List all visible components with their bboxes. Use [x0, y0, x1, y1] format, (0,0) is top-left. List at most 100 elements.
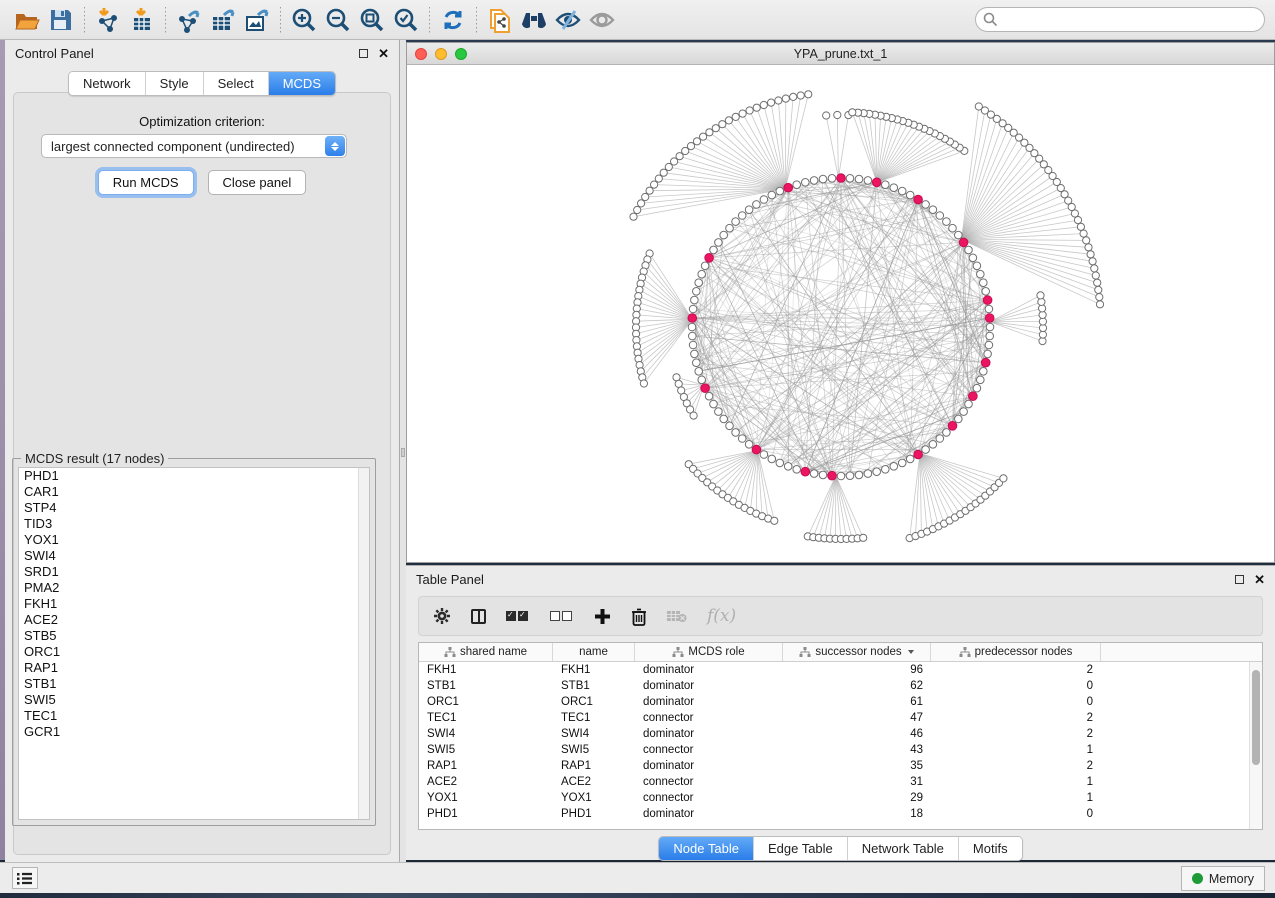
graph-node[interactable] [720, 231, 728, 239]
table-row[interactable]: FKH1FKH1dominator962 [419, 662, 1249, 678]
graph-node[interactable] [936, 435, 944, 443]
graph-node[interactable] [782, 95, 789, 102]
export-table-button[interactable] [206, 4, 240, 36]
graph-node[interactable] [1074, 217, 1081, 224]
table-cell[interactable]: FKH1 [419, 664, 553, 676]
graph-node[interactable] [969, 254, 977, 262]
graph-node[interactable] [688, 323, 696, 331]
graph-node[interactable] [776, 187, 784, 195]
graph-node[interactable] [715, 239, 723, 247]
graph-node[interactable] [693, 138, 700, 145]
table-cell[interactable]: 1 [931, 776, 1101, 788]
table-cell[interactable]: dominator [635, 728, 783, 740]
graph-node[interactable] [712, 125, 719, 132]
table-cell[interactable]: ORC1 [553, 696, 635, 708]
graph-node[interactable] [738, 212, 746, 220]
graph-node[interactable] [640, 380, 647, 387]
graph-node[interactable] [1094, 279, 1101, 286]
graph-node[interactable] [797, 92, 804, 99]
graph-node[interactable] [776, 459, 784, 467]
column-header-MCDS-role[interactable]: MCDS role [635, 643, 783, 661]
graph-node[interactable] [760, 451, 768, 459]
graph-node[interactable] [965, 246, 973, 254]
table-cell[interactable]: SWI4 [419, 728, 553, 740]
graph-node[interactable] [646, 187, 653, 194]
table-cell[interactable]: TEC1 [419, 712, 553, 724]
graph-node[interactable] [720, 415, 728, 423]
table-scrollbar[interactable] [1249, 662, 1262, 829]
graph-hub-node[interactable] [983, 296, 992, 305]
graph-node[interactable] [695, 368, 703, 376]
graph-node[interactable] [819, 175, 827, 183]
graph-node[interactable] [691, 350, 699, 358]
table-cell[interactable]: 2 [931, 728, 1101, 740]
graph-node[interactable] [753, 104, 760, 111]
graph-node[interactable] [706, 129, 713, 136]
graph-node[interactable] [855, 175, 863, 183]
table-cell[interactable]: 62 [783, 680, 931, 692]
graph-node[interactable] [793, 181, 801, 189]
graph-hub-node[interactable] [688, 314, 697, 323]
graph-hub-node[interactable] [837, 174, 846, 183]
table-cell[interactable]: PHD1 [419, 808, 553, 820]
graph-node[interactable] [973, 384, 981, 392]
graph-hub-node[interactable] [981, 358, 990, 367]
graph-node[interactable] [810, 470, 818, 478]
table-cell[interactable]: connector [635, 744, 783, 756]
graph-node[interactable] [1096, 301, 1103, 308]
table-row[interactable]: TEC1TEC1connector472 [419, 710, 1249, 726]
column-header-name[interactable]: name [553, 643, 635, 661]
table-cell[interactable]: SWI5 [419, 744, 553, 756]
graph-node[interactable] [790, 93, 797, 100]
graph-node[interactable] [1085, 244, 1092, 251]
graph-node[interactable] [960, 408, 968, 416]
table-cell[interactable]: STB1 [553, 680, 635, 692]
close-panel-icon[interactable]: ✕ [378, 49, 389, 58]
graph-node[interactable] [746, 107, 753, 114]
table-cell[interactable]: PHD1 [553, 808, 635, 820]
graph-node[interactable] [1080, 230, 1087, 237]
network-window-titlebar[interactable]: YPA_prune.txt_1 [407, 43, 1274, 65]
optimization-criterion-select[interactable]: largest connected component (undirected) [41, 134, 347, 158]
tab-mcds[interactable]: MCDS [269, 72, 335, 95]
graph-node[interactable] [725, 117, 732, 124]
table-row[interactable]: PHD1PHD1dominator180 [419, 806, 1249, 822]
graph-node[interactable] [732, 218, 740, 226]
memory-button[interactable]: Memory [1181, 866, 1265, 891]
mcds-result-item[interactable]: SRD1 [19, 564, 369, 580]
graph-node[interactable] [955, 231, 963, 239]
table-cell[interactable]: SWI5 [553, 744, 635, 756]
delete-column-button[interactable] [631, 607, 647, 626]
close-panel-button[interactable]: Close panel [208, 170, 307, 195]
table-scrollbar-thumb[interactable] [1252, 670, 1260, 765]
graph-hub-node[interactable] [872, 178, 881, 187]
tab-select[interactable]: Select [204, 72, 269, 95]
table-cell[interactable]: SWI4 [553, 728, 635, 740]
network-canvas[interactable] [407, 65, 1274, 562]
graph-hub-node[interactable] [948, 422, 957, 431]
export-network-button[interactable] [172, 4, 206, 36]
table-cell[interactable]: connector [635, 792, 783, 804]
graph-node[interactable] [882, 181, 890, 189]
graph-node[interactable] [922, 446, 930, 454]
graph-node[interactable] [732, 429, 740, 437]
graph-node[interactable] [726, 422, 734, 430]
graph-node[interactable] [732, 113, 739, 120]
graph-node[interactable] [823, 112, 830, 119]
graph-node[interactable] [890, 463, 898, 471]
graph-node[interactable] [906, 191, 914, 199]
graph-node[interactable] [980, 368, 988, 376]
graph-node[interactable] [701, 262, 709, 270]
graph-node[interactable] [949, 224, 957, 232]
graph-node[interactable] [860, 534, 867, 541]
column-header-predecessor-nodes[interactable]: predecessor nodes [931, 643, 1101, 661]
table-cell[interactable]: 96 [783, 664, 931, 676]
save-session-button[interactable] [44, 4, 78, 36]
export-image-button[interactable] [240, 4, 274, 36]
graph-hub-node[interactable] [828, 471, 837, 480]
graph-node[interactable] [660, 169, 667, 176]
graph-node[interactable] [784, 463, 792, 471]
table-cell[interactable]: 0 [931, 680, 1101, 692]
table-row[interactable]: RAP1RAP1dominator352 [419, 758, 1249, 774]
graph-node[interactable] [1000, 475, 1007, 482]
